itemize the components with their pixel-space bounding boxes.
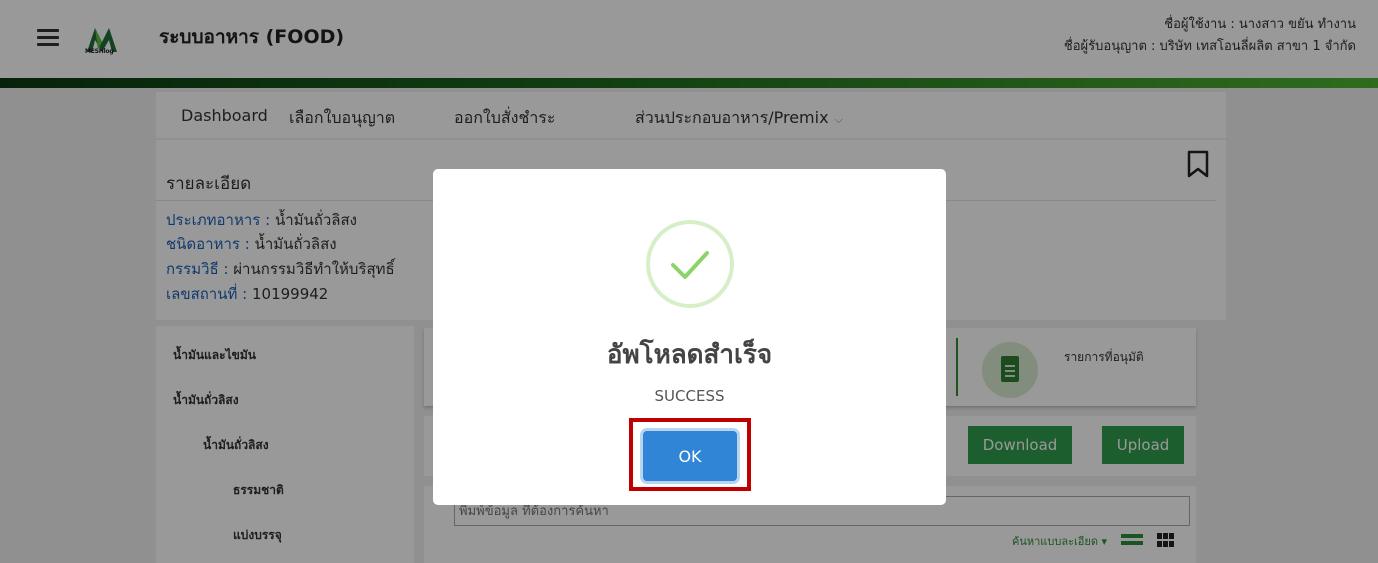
success-dialog: อัพโหลดสำเร็จ SUCCESS OK: [433, 169, 946, 505]
checkmark-icon: [671, 251, 709, 279]
ok-button[interactable]: OK: [643, 431, 737, 481]
success-icon: [646, 220, 734, 308]
dialog-text: SUCCESS: [654, 387, 725, 405]
dialog-title: อัพโหลดสำเร็จ: [606, 340, 773, 370]
